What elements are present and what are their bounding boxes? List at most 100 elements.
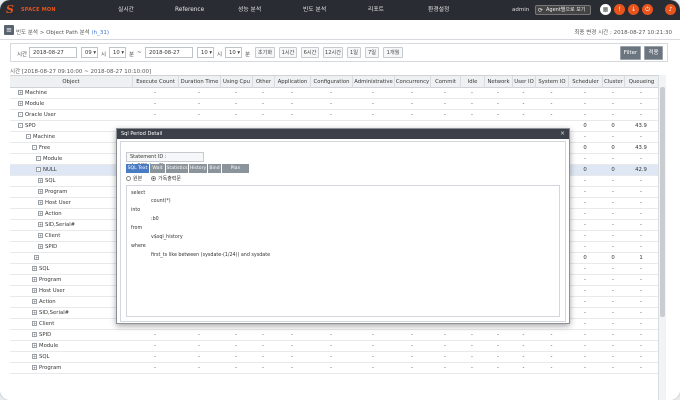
expand-icon[interactable]: + [18,101,23,106]
expand-icon[interactable]: + [38,178,43,183]
menu-reference[interactable]: Reference [175,0,204,20]
tab-sql-text[interactable]: SQL Text [126,164,150,173]
alert-icon[interactable]: ! [614,4,625,15]
column-header[interactable]: Commit [430,76,460,88]
menu-realtime[interactable]: 실시간 [118,0,134,20]
table-row[interactable]: + SPID - - - - - - - - - - - - - - - - [10,330,658,341]
expand-icon[interactable]: + [32,365,37,370]
expand-icon[interactable]: + [32,277,37,282]
bell-icon[interactable]: ♪ [665,4,676,15]
table-row[interactable]: + Module - - - - - - - - - - - - - - - - [10,99,658,110]
menu-settings[interactable]: 환경설정 [428,0,449,20]
download-icon[interactable]: ↓ [628,4,639,15]
tab-wait[interactable]: Wait [150,164,166,173]
expand-icon[interactable]: + [38,211,43,216]
collapse-icon[interactable]: - [32,145,37,150]
logo[interactable]: S SPACE MON [6,3,70,17]
end-date-input[interactable]: 2018-08-27 [145,47,193,58]
preset-1h-button[interactable]: 1시간 [279,47,297,58]
column-header[interactable]: Object [10,76,132,88]
column-header[interactable]: Scheduler [568,76,602,88]
row-value-cell: - [235,112,237,118]
table-row[interactable]: + Program - - - - - - - - - - - - - - - - [10,363,658,374]
column-header[interactable]: Queueing [624,76,658,88]
preset-12h-button[interactable]: 12시간 [323,47,343,58]
start-hour-select[interactable]: 09 ▾ [81,47,98,58]
expand-icon[interactable]: + [32,299,37,304]
table-row[interactable]: - Oracle User - - - - - - - - - - - - - - - - [10,110,658,121]
expand-icon[interactable]: + [34,255,39,260]
expand-icon[interactable]: + [32,354,37,359]
expand-icon[interactable]: + [32,266,37,271]
menu-frequency-analysis[interactable]: 빈도 분석 [303,0,326,20]
scrollbar-thumb[interactable] [660,87,665,317]
column-header[interactable]: User IO [512,76,535,88]
table-row[interactable]: + Machine - - - - - - - - - - - - - - - - [10,88,658,99]
table-scrollbar[interactable] [658,75,666,400]
expand-icon[interactable]: + [38,233,43,238]
row-value-cell: - [330,343,332,349]
column-header[interactable]: Configuration [310,76,352,88]
expand-icon[interactable]: + [38,222,43,227]
tab-plan-history[interactable]: Plan History [222,164,250,180]
breadcrumb-id[interactable]: (h_31) [91,30,109,36]
expand-icon[interactable]: + [32,288,37,293]
close-icon[interactable]: × [560,129,565,139]
row-value-cell: - [584,101,586,107]
tab-statistics[interactable]: Statistics [166,164,189,173]
menu-performance-analysis[interactable]: 성능 분석 [238,0,261,20]
preset-7d-button[interactable]: 7일 [365,47,379,58]
expand-icon[interactable]: + [38,244,43,249]
column-header[interactable]: Duration Time [178,76,220,88]
radio-original[interactable]: 원본 [126,175,142,183]
row-value-cell: - [584,365,586,371]
preset-1m-button[interactable]: 1개월 [383,47,403,58]
table-row[interactable]: + Module - - - - - - - - - - - - - - - - [10,341,658,352]
row-value-cell: 0 [583,167,587,173]
grid-icon[interactable]: ▦ [600,4,611,15]
row-value-cell: - [612,365,614,371]
start-min-select[interactable]: 10 ▾ [109,47,126,58]
apply-button[interactable]: 적용 [644,46,663,60]
radio-formatted[interactable]: 가독출력문 [151,175,181,183]
table-row[interactable]: + SQL - - - - - - - - - - - - - - - - [10,352,658,363]
column-header[interactable]: Concurrency [394,76,430,88]
preset-6h-button[interactable]: 6시간 [301,47,319,58]
collapse-icon[interactable]: - [18,112,23,117]
agent-view-button[interactable]: ⟳ Agent별으로 보기 [535,5,591,15]
sql-text-area[interactable]: select count(*) into :b0 from v$sql_hist… [126,185,560,317]
collapse-icon[interactable]: - [18,123,23,128]
power-icon[interactable]: ⏻ [642,4,653,15]
end-hour-select[interactable]: 10 ▾ [197,47,214,58]
end-min-select[interactable]: 10 ▾ [225,47,242,58]
expand-icon[interactable]: + [18,90,23,95]
expand-icon[interactable]: + [32,310,37,315]
tab-bind[interactable]: Bind [208,164,222,173]
row-value-cell: - [198,90,200,96]
collapse-icon[interactable]: - [36,156,41,161]
start-date-input[interactable]: 2018-08-27 [29,47,77,58]
expand-icon[interactable]: + [38,189,43,194]
column-header[interactable]: Using Cpu [220,76,252,88]
expand-icon[interactable]: + [32,332,37,337]
column-header[interactable]: Execute Count [132,76,178,88]
reset-button[interactable]: 초기화 [255,47,275,58]
collapse-icon[interactable]: - [26,134,31,139]
column-header[interactable]: Cluster [602,76,624,88]
menu-report[interactable]: 리포트 [368,0,384,20]
expand-icon[interactable]: + [32,343,37,348]
expand-icon[interactable]: + [32,321,37,326]
row-value-cell: - [584,310,586,316]
column-header[interactable]: System IO [535,76,568,88]
preset-1d-button[interactable]: 1일 [347,47,361,58]
filter-button[interactable]: Filter [620,46,641,60]
column-header[interactable]: Idle [460,76,484,88]
menu-toggle-icon[interactable]: ≡ [4,25,14,35]
column-header[interactable]: Network [484,76,512,88]
collapse-icon[interactable]: - [36,167,41,172]
expand-icon[interactable]: + [38,200,43,205]
column-header[interactable]: Application [274,76,310,88]
tab-history[interactable]: History [189,164,208,173]
column-header[interactable]: Other [252,76,274,88]
column-header[interactable]: Administrative [352,76,394,88]
